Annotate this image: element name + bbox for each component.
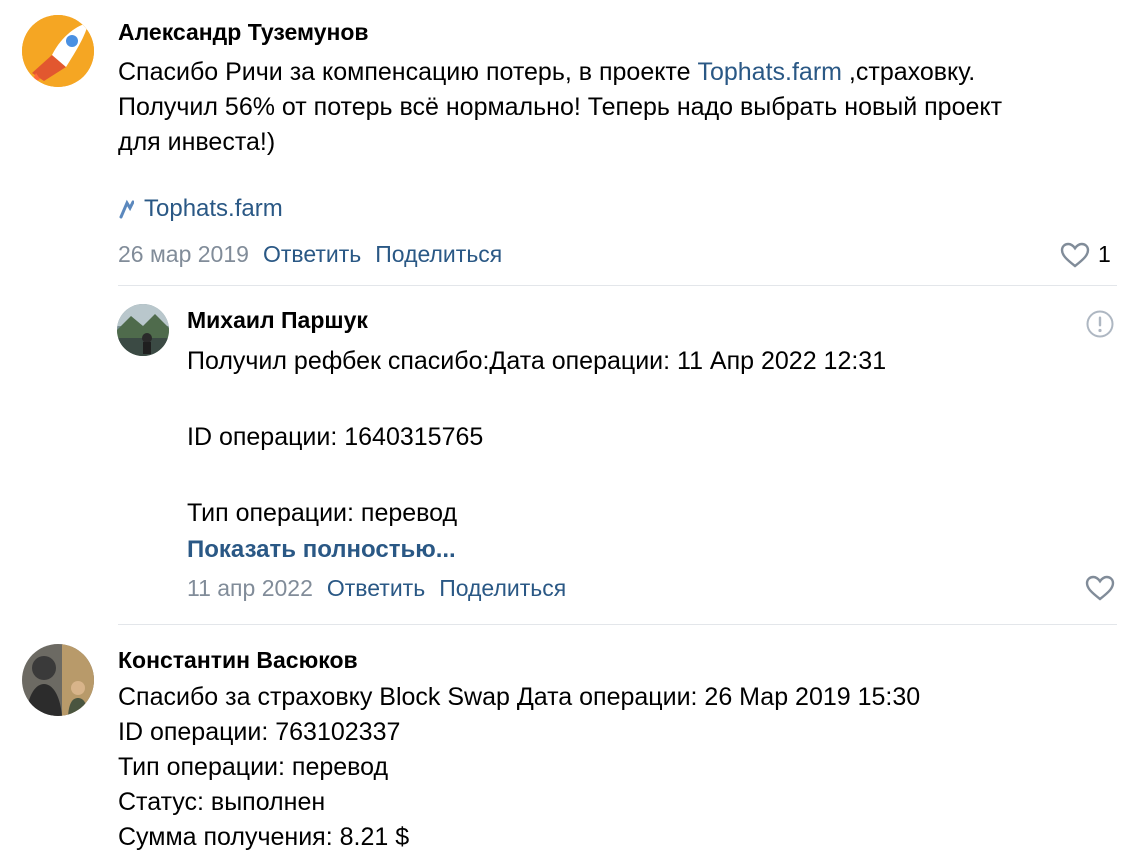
link-arrow-icon [119, 199, 134, 219]
comment-text-line: Тип операции: перевод [118, 753, 389, 781]
comment-text-line [187, 456, 886, 494]
comment-text-line: ID операции: 1640315765 [187, 423, 484, 451]
comment-meta: 11 апр 2022 Ответить Поделиться [187, 575, 566, 602]
comment-text-line: Получил рефбек спасибо:Дата операции: 11… [187, 347, 887, 375]
comment-date[interactable]: 11 апр 2022 [187, 575, 313, 601]
rocket-avatar-image [22, 15, 94, 87]
comment-text: Спасибо за страховку Block Swap Дата опе… [118, 680, 920, 855]
like-button[interactable] [1085, 575, 1115, 601]
comment-date[interactable]: 26 мар 2019 [118, 241, 249, 267]
report-icon [1086, 310, 1114, 338]
avatar[interactable] [117, 304, 169, 356]
comment-text-line: Получил 56% от потерь всё нормально! Теп… [118, 93, 1003, 121]
comment-text-line: Статус: выполнен [118, 788, 326, 816]
share-button[interactable]: Поделиться [439, 575, 566, 601]
heart-icon [1085, 575, 1115, 601]
comment-text-line [187, 380, 886, 418]
divider [118, 285, 1117, 286]
comment-author[interactable]: Константин Васюков [118, 647, 358, 674]
comment-text-line: Тип операции: перевод [187, 499, 458, 527]
comment-author[interactable]: Михаил Паршук [187, 307, 368, 334]
comment-author[interactable]: Александр Туземунов [118, 19, 369, 46]
divider [118, 624, 1117, 625]
like-count: 1 [1098, 241, 1111, 267]
landscape-avatar-image [117, 304, 169, 356]
inline-link[interactable]: Tophats.farm [697, 58, 842, 86]
comment-text-line: для инвеста!) [118, 128, 276, 156]
heart-icon [1060, 242, 1090, 268]
person-avatar-image [22, 644, 94, 716]
comment-text-line: Спасибо за страховку Block Swap Дата опе… [118, 683, 921, 711]
comment-text-line: Спасибо Ричи за компенсацию потерь, в пр… [118, 55, 1002, 90]
like-button[interactable]: 1 [1060, 241, 1111, 268]
attachment-label: Tophats.farm [144, 195, 283, 222]
text-fragment: ,страховку. [841, 58, 976, 86]
text-fragment: Спасибо Ричи за компенсацию потерь, в пр… [118, 58, 698, 86]
reply-button[interactable]: Ответить [263, 241, 361, 267]
comment-text-line: ID операции: 763102337 [118, 718, 401, 746]
report-button[interactable] [1085, 309, 1115, 344]
comment-text: Спасибо Ричи за компенсацию потерь, в пр… [118, 55, 1002, 160]
comment-text-line: Сумма получения: 8.21 $ [118, 823, 410, 851]
share-button[interactable]: Поделиться [375, 241, 502, 267]
reply-button[interactable]: Ответить [327, 575, 425, 601]
comment-meta: 26 мар 2019 Ответить Поделиться [118, 241, 502, 268]
show-more-link[interactable]: Показать полностью... [187, 532, 456, 567]
comment-text: Получил рефбек спасибо:Дата операции: 11… [187, 342, 886, 532]
avatar[interactable] [22, 15, 94, 87]
link-attachment[interactable]: Tophats.farm [118, 195, 283, 223]
avatar[interactable] [22, 644, 94, 716]
